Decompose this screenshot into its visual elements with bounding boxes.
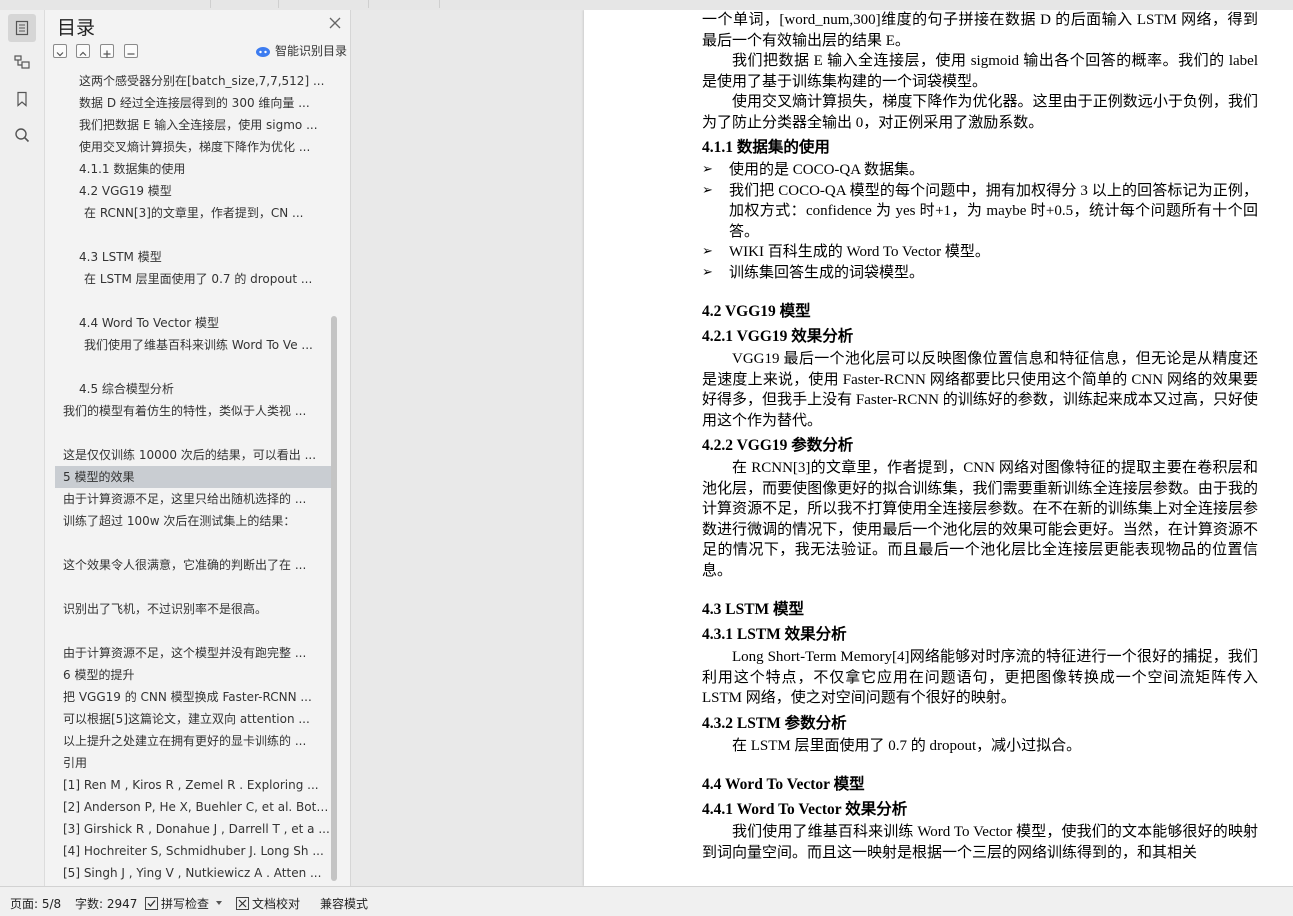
heading-4-1-1: 4.1.1 数据集的使用 (702, 139, 830, 156)
document-page: 一个单词，[word_num,300]维度的句子拼接在数据 D 的后面输入 LS… (584, 10, 1293, 886)
list-item: 训练集回答生成的词袋模型。 (702, 263, 1258, 284)
toc-item[interactable]: 以上提升之处建立在拥有更好的显卡训练的 ... (55, 730, 331, 752)
bookmark-icon (17, 91, 27, 107)
search-panel-button[interactable] (8, 121, 36, 149)
document-tab[interactable] (368, 0, 440, 8)
toc-item[interactable]: 在 LSTM 层里面使用了 0.7 的 dropout ... (55, 268, 331, 290)
toc-panel-button[interactable] (8, 14, 36, 42)
toc-item[interactable]: 我们把数据 E 输入全连接层，使用 sigmo ... (55, 114, 331, 136)
toc-item[interactable]: 4.2 VGG19 模型 (55, 180, 331, 202)
toc-item[interactable]: 可以根据[5]这篇论文，建立双向 attention ... (55, 708, 331, 730)
navigation-rail (0, 10, 45, 886)
paragraph: Long Short-Term Memory[4]网络能够对时序流的特征进行一个… (702, 649, 1258, 706)
bookmark-panel-button[interactable] (8, 85, 36, 113)
status-bar: 页面: 5/8 字数: 2947 拼写检查 文档校对 兼容模式 (0, 886, 1293, 916)
paragraph: 一个单词，[word_num,300]维度的句子拼接在数据 D 的后面输入 LS… (702, 12, 1258, 49)
page-indicator[interactable]: 页面: 5/8 (10, 895, 61, 912)
toc-item[interactable]: [2] Anderson P, He X, Buehler C, et al. … (55, 796, 331, 818)
toc-item[interactable]: 训练了超过 100w 次后在测试集上的结果： (55, 510, 331, 532)
toc-item[interactable]: [3] Girshick R , Donahue J , Darrell T ,… (55, 818, 331, 840)
tab-divider (278, 0, 279, 8)
chevron-down-icon (56, 52, 64, 57)
doc-proofread-button[interactable]: 文档校对 (236, 895, 300, 912)
search-icon (15, 128, 30, 143)
toc-item[interactable]: 由于计算资源不足，这个模型并没有跑完整 ... (55, 642, 331, 664)
bullet-list: 使用的是 COCO-QA 数据集。 我们把 COCO-QA 模型的每个问题中，拥… (702, 160, 1258, 283)
caret-down-icon (215, 901, 222, 905)
minus-icon (127, 53, 135, 55)
heading-4-3-2: 4.3.2 LSTM 参数分析 (702, 714, 847, 732)
window-top-strip (0, 0, 1293, 10)
chevron-up-icon (79, 51, 87, 56)
toc-item[interactable]: 我们使用了维基百科来训练 Word To Ve ... (55, 334, 331, 356)
paragraph: 在 RCNN[3]的文章里，作者提到，CNN 网络对图像特征的提取主要在卷积层和… (702, 460, 1258, 579)
toc-item[interactable]: [5] Singh J , Ying V , Nutkiewicz A . At… (55, 862, 331, 884)
toc-item[interactable]: 5 模型的效果 (55, 466, 331, 488)
toc-scrollbar[interactable] (331, 316, 337, 881)
toc-item[interactable]: 4.3 LSTM 模型 (55, 246, 331, 268)
heading-4-2-2: 4.2.2 VGG19 参数分析 (702, 437, 854, 454)
proofread-label: 文档校对 (252, 897, 301, 911)
list-item: 我们把 COCO-QA 模型的每个问题中，拥有加权得分 3 以上的回答标记为正例… (702, 181, 1258, 243)
toc-item[interactable]: 我们的模型有着仿生的特性，类似于人类视 ... (55, 400, 331, 422)
document-body: 一个单词，[word_num,300]维度的句子拼接在数据 D 的后面输入 LS… (702, 10, 1258, 863)
paragraph: 我们使用了维基百科来训练 Word To Vector 模型，使我们的文本能够很… (702, 824, 1258, 861)
toc-item[interactable]: 引用 (55, 752, 331, 774)
document-area: 一个单词，[word_num,300]维度的句子拼接在数据 D 的后面输入 LS… (351, 10, 1293, 886)
expand-all-button[interactable] (76, 44, 90, 58)
folder-tree-icon (14, 55, 30, 69)
paragraph: 使用交叉熵计算损失，梯度下降作为优化器。这里由于正例数远小于负例，我们为了防止分… (702, 94, 1258, 131)
word-count[interactable]: 字数: 2947 (75, 895, 137, 912)
spell-check-label: 拼写检查 (161, 897, 210, 911)
toc-item[interactable]: 把 VGG19 的 CNN 模型换成 Faster-RCNN ... (55, 686, 331, 708)
toc-item[interactable]: 4.1.1 数据集的使用 (55, 158, 331, 180)
heading-4-2: 4.2 VGG19 模型 (702, 303, 811, 320)
toc-item[interactable]: 在 RCNN[3]的文章里，作者提到，CN ... (55, 202, 331, 224)
checkbox-icon (145, 897, 158, 910)
proofread-icon (236, 897, 249, 910)
smart-toc-label: 智能识别目录 (275, 44, 348, 58)
toc-item[interactable]: 由于计算资源不足，这里只给出随机选择的 ... (55, 488, 331, 510)
toc-item[interactable]: 这两个感受器分别在[batch_size,7,7,512] ... (55, 70, 331, 92)
toc-item[interactable]: 6 模型的提升 (55, 664, 331, 686)
heading-4-4-1: 4.4.1 Word To Vector 效果分析 (702, 801, 908, 818)
plus-icon (103, 50, 111, 58)
paragraph: 在 LSTM 层里面使用了 0.7 的 dropout，减小过拟合。 (732, 737, 1082, 754)
smart-toc-button[interactable]: 智能识别目录 (255, 42, 347, 59)
heading-4-3-1: 4.3.1 LSTM 效果分析 (702, 626, 847, 643)
list-item: WIKI 百科生成的 Word To Vector 模型。 (702, 242, 1258, 263)
toc-panel: 目录 智能识别目录 这两个感受器分别在[batch_size,7,7,512] … (45, 10, 351, 886)
heading-4-3: 4.3 LSTM 模型 (702, 601, 805, 618)
add-heading-button[interactable] (100, 44, 114, 58)
navigation-panel-button[interactable] (8, 48, 36, 76)
toc-item[interactable]: 4.4 Word To Vector 模型 (55, 312, 331, 334)
toc-item[interactable]: 这是仅仅训练 10000 次后的结果，可以看出 ... (55, 444, 331, 466)
collapse-all-button[interactable] (53, 44, 67, 58)
compat-mode-label: 兼容模式 (320, 897, 369, 911)
paragraph: VGG19 最后一个池化层可以反映图像位置信息和特征信息，但无论是从精度还是速度… (702, 351, 1258, 429)
toc-title: 目录 (57, 17, 96, 39)
heading-4-2-1: 4.2.1 VGG19 效果分析 (702, 328, 854, 345)
paragraph: 我们把数据 E 输入全连接层，使用 sigmoid 输出各个回答的概率。我们的 … (702, 53, 1258, 90)
toc-item[interactable]: 数据 D 经过全连接层得到的 300 维向量 ... (55, 92, 331, 114)
toc-item[interactable]: 使用交叉熵计算损失，梯度下降作为优化 ... (55, 136, 331, 158)
tab-divider (210, 0, 211, 8)
list-item: 使用的是 COCO-QA 数据集。 (702, 160, 1258, 181)
heading-4-4: 4.4 Word To Vector 模型 (702, 776, 865, 793)
ai-cloud-icon (256, 46, 270, 57)
toc-item[interactable]: 识别出了飞机，不过识别率不是很高。 (55, 598, 331, 620)
toc-item[interactable]: [4] Hochreiter S, Schmidhuber J. Long Sh… (55, 840, 331, 862)
close-icon[interactable] (328, 16, 342, 30)
spell-check-button[interactable]: 拼写检查 (145, 895, 223, 912)
remove-heading-button[interactable] (124, 44, 138, 58)
toc-item[interactable]: [1] Ren M , Kiros R , Zemel R . Explorin… (55, 774, 331, 796)
toc-list: 这两个感受器分别在[batch_size,7,7,512] ... 数据 D 经过… (55, 70, 331, 886)
toc-icon (15, 20, 29, 36)
toc-item[interactable]: 4.5 综合模型分析 (55, 378, 331, 400)
toc-item[interactable]: 这个效果令人很满意，它准确的判断出了在 ... (55, 554, 331, 576)
